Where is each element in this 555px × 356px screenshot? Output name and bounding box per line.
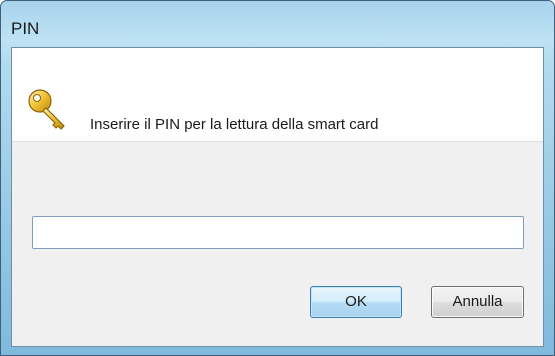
title-bar[interactable]: PIN <box>1 1 554 47</box>
dialog-body: Inserire il PIN per la lettura della sma… <box>11 47 544 347</box>
cancel-button[interactable]: Annulla <box>431 286 524 318</box>
pin-input[interactable] <box>32 216 524 249</box>
pin-dialog-window: PIN Inserire il PIN per la lettura della… <box>0 0 555 356</box>
ok-button[interactable]: OK <box>310 286 402 318</box>
key-icon <box>28 89 65 130</box>
message-area: Inserire il PIN per la lettura della sma… <box>12 48 543 142</box>
window-title: PIN <box>11 19 40 38</box>
dialog-message: Inserire il PIN per la lettura della sma… <box>90 116 379 133</box>
